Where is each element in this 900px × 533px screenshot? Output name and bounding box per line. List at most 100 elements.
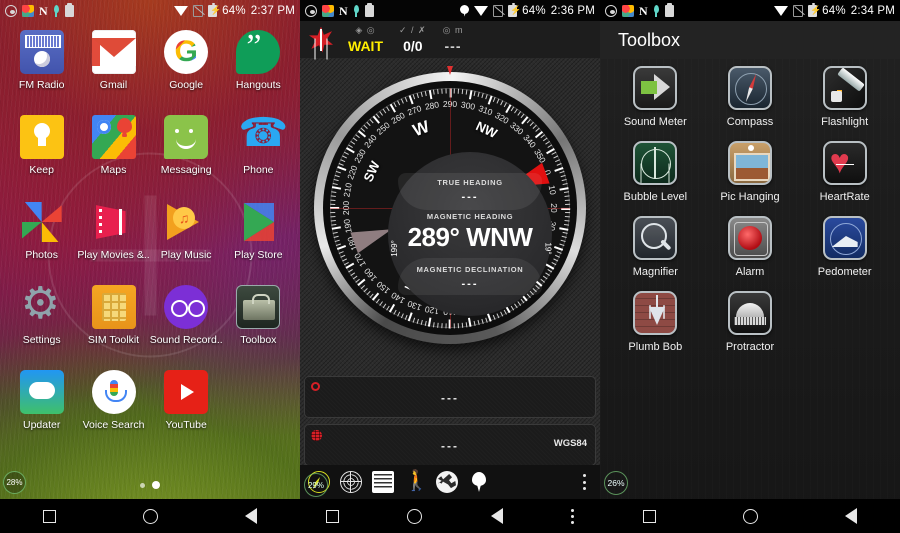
app-messaging[interactable]: Messaging bbox=[150, 115, 223, 176]
app-google[interactable]: Google bbox=[150, 30, 223, 91]
app-toolbox[interactable]: Toolbox bbox=[223, 285, 294, 346]
recents-button-icon[interactable] bbox=[643, 509, 657, 523]
nav-overflow-icon[interactable] bbox=[570, 508, 574, 524]
sim-toolkit-icon bbox=[91, 285, 136, 329]
bubble-level-icon bbox=[633, 141, 678, 185]
back-button-icon[interactable] bbox=[244, 508, 257, 524]
app-sound-recorder[interactable]: Sound Record.. bbox=[150, 285, 223, 346]
true-heading-label: TRUE HEADING bbox=[437, 178, 503, 187]
chrome-icon bbox=[5, 4, 17, 17]
compass-rose-logo bbox=[306, 25, 336, 55]
no-sim-icon bbox=[793, 4, 804, 17]
tool-pedometer[interactable]: Pedometer bbox=[797, 216, 892, 278]
tool-compass[interactable]: Compass bbox=[703, 66, 798, 128]
overflow-menu-icon[interactable] bbox=[583, 474, 586, 490]
magnetic-heading-label: MAGNETIC HEADING bbox=[426, 212, 514, 221]
tool-label: Bubble Level bbox=[623, 191, 688, 203]
true-heading-card: TRUE HEADING --- bbox=[398, 173, 542, 210]
tool-bubble-level[interactable]: Bubble Level bbox=[608, 141, 703, 203]
status-bar-right: 64% 2:37 PM bbox=[174, 3, 295, 17]
app-maps[interactable]: Maps bbox=[77, 115, 149, 176]
tool-alarm[interactable]: Alarm bbox=[703, 216, 798, 278]
updater-icon bbox=[19, 370, 64, 414]
app-youtube[interactable]: YouTube bbox=[150, 370, 223, 431]
tool-sound-meter[interactable]: Sound Meter bbox=[608, 66, 703, 128]
home-button-icon[interactable] bbox=[742, 508, 758, 524]
app-voice-search[interactable]: Voice Search bbox=[77, 370, 149, 431]
back-button-icon[interactable] bbox=[844, 508, 857, 524]
clock: 2:36 PM bbox=[550, 4, 595, 17]
nav-bar-toolbox bbox=[600, 499, 900, 533]
plumb-bob-icon bbox=[633, 291, 678, 335]
app-grid: FM Radio Gmail Google Hangouts Keep Maps… bbox=[0, 28, 300, 431]
home-button-icon[interactable] bbox=[407, 508, 423, 524]
globe-tool-icon[interactable] bbox=[436, 471, 458, 493]
tool-flashlight[interactable]: Flashlight bbox=[797, 66, 892, 128]
datum-panel[interactable]: --- WGS84 bbox=[304, 424, 596, 466]
battery-percent: 64% bbox=[822, 4, 846, 17]
app-settings[interactable]: Settings bbox=[6, 280, 77, 346]
compass-tick-ring: 0102030405060708090100110120130140150160… bbox=[330, 88, 571, 329]
app-hangouts[interactable]: Hangouts bbox=[223, 28, 294, 91]
coordinates-panel[interactable]: --- bbox=[304, 376, 596, 418]
app-fm-radio[interactable]: FM Radio bbox=[6, 30, 77, 91]
back-button-icon[interactable] bbox=[490, 508, 503, 524]
pic-hanging-icon bbox=[727, 141, 772, 185]
magnifier-icon bbox=[633, 216, 678, 260]
app-play-movies[interactable]: Play Movies &.. bbox=[77, 200, 150, 261]
messaging-icon bbox=[164, 115, 209, 159]
clock: 2:37 PM bbox=[250, 4, 295, 17]
app-play-store[interactable]: Play Store bbox=[223, 200, 294, 261]
app-keep[interactable]: Keep bbox=[6, 115, 77, 176]
recents-button-icon[interactable] bbox=[326, 509, 339, 523]
satellite-icon: ✓ / ✗ bbox=[399, 25, 427, 35]
magnetic-declination-card: MAGNETIC DECLINATION --- bbox=[398, 258, 542, 295]
home-button-icon[interactable] bbox=[142, 508, 158, 524]
app-phone[interactable]: Phone bbox=[223, 111, 294, 176]
tool-label: Sound Meter bbox=[623, 116, 687, 128]
coordinates-value: --- bbox=[441, 391, 459, 405]
wifi-icon bbox=[774, 5, 789, 16]
android-pin-icon bbox=[653, 4, 660, 17]
levels-tool-icon[interactable] bbox=[372, 471, 394, 493]
tool-plumb-bob[interactable]: Plumb Bob bbox=[608, 291, 703, 353]
youtube-icon bbox=[164, 370, 209, 414]
page-dot-2-active[interactable] bbox=[152, 481, 160, 489]
tool-heart-rate[interactable]: HeartRate bbox=[797, 141, 892, 203]
tool-magnifier[interactable]: Magnifier bbox=[608, 216, 703, 278]
satellite-count: ✓ / ✗ 0/0 bbox=[399, 25, 427, 54]
app-sim-toolkit[interactable]: SIM Toolkit bbox=[77, 285, 149, 346]
app-photos[interactable]: Photos bbox=[6, 200, 77, 261]
tool-pic-hanging[interactable]: Pic Hanging bbox=[703, 141, 798, 203]
recents-button-icon[interactable] bbox=[43, 509, 57, 523]
battery-percent: 64% bbox=[522, 4, 546, 17]
radar-tool-icon[interactable] bbox=[340, 471, 362, 493]
magnetic-heading-block: 199° 19° MAGNETIC HEADING 289° WNW bbox=[388, 210, 553, 257]
tool-empty-slot bbox=[797, 291, 892, 353]
page-dot-1[interactable] bbox=[140, 482, 145, 488]
status-bar-right: 64% 2:34 PM bbox=[774, 3, 895, 17]
app-label: YouTube bbox=[165, 419, 207, 431]
heading-index-marker bbox=[447, 66, 453, 75]
nova-n-icon: N bbox=[39, 3, 48, 18]
tool-protractor[interactable]: Protractor bbox=[703, 291, 798, 353]
voice-search-icon bbox=[91, 370, 136, 414]
app-label: Voice Search bbox=[82, 419, 145, 431]
app-gmail[interactable]: Gmail bbox=[77, 30, 149, 91]
side-degree-right: 19° bbox=[543, 242, 553, 255]
page-indicator[interactable] bbox=[140, 481, 160, 489]
battery-badge-compass: 29% bbox=[304, 473, 328, 497]
play-movies-icon bbox=[92, 200, 136, 244]
compass-face: TRUE HEADING --- 199° 19° MAGNETIC HEADI… bbox=[388, 152, 552, 316]
altitude-icon: ◎ m bbox=[442, 25, 464, 35]
pedometer-walk-icon[interactable] bbox=[404, 469, 429, 493]
gps-fix-icon: ◈ ◎ bbox=[355, 25, 376, 35]
app-play-music[interactable]: Play Music bbox=[150, 200, 223, 261]
compass-icon bbox=[727, 66, 772, 110]
nav-bar-home bbox=[0, 499, 300, 533]
three-phone-screenshots: N 64% 2:37 PM FM Radio Gmail Google Hang… bbox=[0, 0, 900, 533]
map-pin-tool-icon[interactable] bbox=[468, 471, 490, 493]
app-updater[interactable]: Updater bbox=[6, 370, 77, 431]
compass-dial[interactable]: 0102030405060708090100110120130140150160… bbox=[310, 62, 590, 364]
hangouts-icon bbox=[236, 28, 281, 74]
